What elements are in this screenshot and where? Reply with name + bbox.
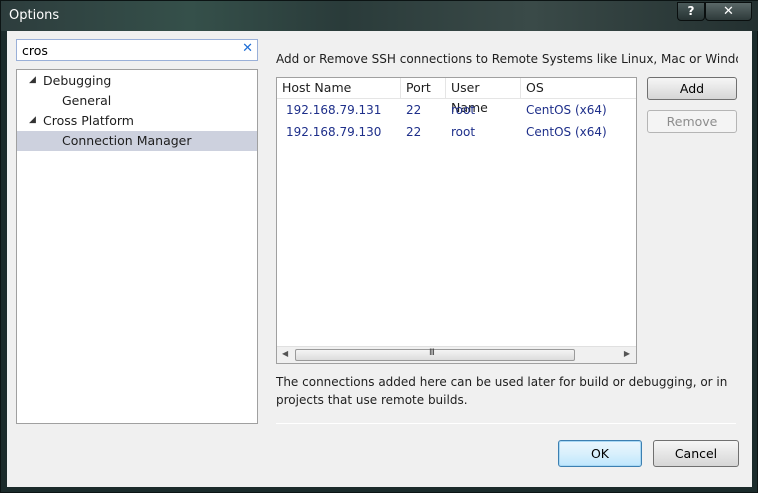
add-button[interactable]: Add — [647, 77, 737, 100]
clear-search-icon[interactable]: ✕ — [242, 41, 253, 56]
tree-item-label: Cross Platform — [43, 113, 134, 128]
window-title: Options — [9, 8, 60, 23]
cell-os: CentOS (x64) — [526, 125, 607, 139]
column-header-os[interactable]: OS — [521, 78, 636, 99]
cancel-button[interactable]: Cancel — [653, 440, 739, 467]
list-header: Host Name Port User Name OS — [277, 78, 636, 115]
tree-item-debugging[interactable]: ◢ Debugging — [17, 71, 257, 91]
scroll-right-icon[interactable]: ▶ — [624, 349, 630, 358]
remove-button[interactable]: Remove — [647, 110, 737, 133]
tree-item-label: General — [62, 93, 112, 108]
grip-icon: III — [429, 348, 435, 358]
divider — [276, 423, 736, 424]
cell-host-name: 192.168.79.130 — [286, 125, 382, 139]
table-row[interactable]: 192.168.79.131 22 root CentOS (x64) — [277, 99, 636, 121]
column-header-port[interactable]: Port — [401, 78, 446, 99]
dialog-client-area: cros ✕ ◢ Debugging General ◢ Cross Platf… — [7, 31, 752, 487]
column-header-host-name[interactable]: Host Name — [277, 78, 401, 99]
options-dialog: Options ? ✕ cros ✕ ◢ Debugging General ◢… — [0, 0, 758, 493]
expanded-arrow-icon[interactable]: ◢ — [29, 111, 36, 130]
tree-item-cross-platform[interactable]: ◢ Cross Platform — [17, 111, 257, 131]
scroll-left-icon[interactable]: ◀ — [282, 349, 288, 358]
options-tree: ◢ Debugging General ◢ Cross Platform Con… — [16, 69, 258, 424]
column-header-user-name[interactable]: User Name — [446, 78, 521, 115]
close-button[interactable]: ✕ — [705, 2, 752, 21]
horizontal-scrollbar[interactable]: ◀ III ▶ — [277, 346, 636, 363]
title-bar[interactable]: Options ? ✕ — [1, 1, 758, 31]
connections-note: The connections added here can be used l… — [276, 375, 728, 407]
cell-user-name: root — [451, 125, 476, 139]
tree-item-label: Debugging — [43, 73, 112, 88]
cell-os: CentOS (x64) — [526, 103, 607, 117]
cell-host-name: 192.168.79.131 — [286, 103, 382, 117]
search-input-value: cros — [22, 43, 48, 58]
expanded-arrow-icon[interactable]: ◢ — [29, 71, 36, 90]
tree-item-connection-manager[interactable]: Connection Manager — [17, 131, 257, 151]
scroll-thumb[interactable]: III — [295, 348, 575, 361]
help-button[interactable]: ? — [677, 2, 705, 21]
tree-item-general[interactable]: General — [17, 91, 257, 111]
table-row[interactable]: 192.168.79.130 22 root CentOS (x64) — [277, 121, 636, 143]
ok-button[interactable]: OK — [558, 440, 642, 467]
tree-item-label: Connection Manager — [62, 133, 192, 148]
page-description: Add or Remove SSH connections to Remote … — [276, 52, 738, 66]
cell-port: 22 — [406, 103, 422, 117]
cell-user-name: root — [451, 103, 476, 117]
search-input[interactable]: cros ✕ — [16, 39, 258, 61]
connections-list[interactable]: Host Name Port User Name OS 192.168.79.1… — [276, 77, 637, 364]
cell-port: 22 — [406, 125, 422, 139]
